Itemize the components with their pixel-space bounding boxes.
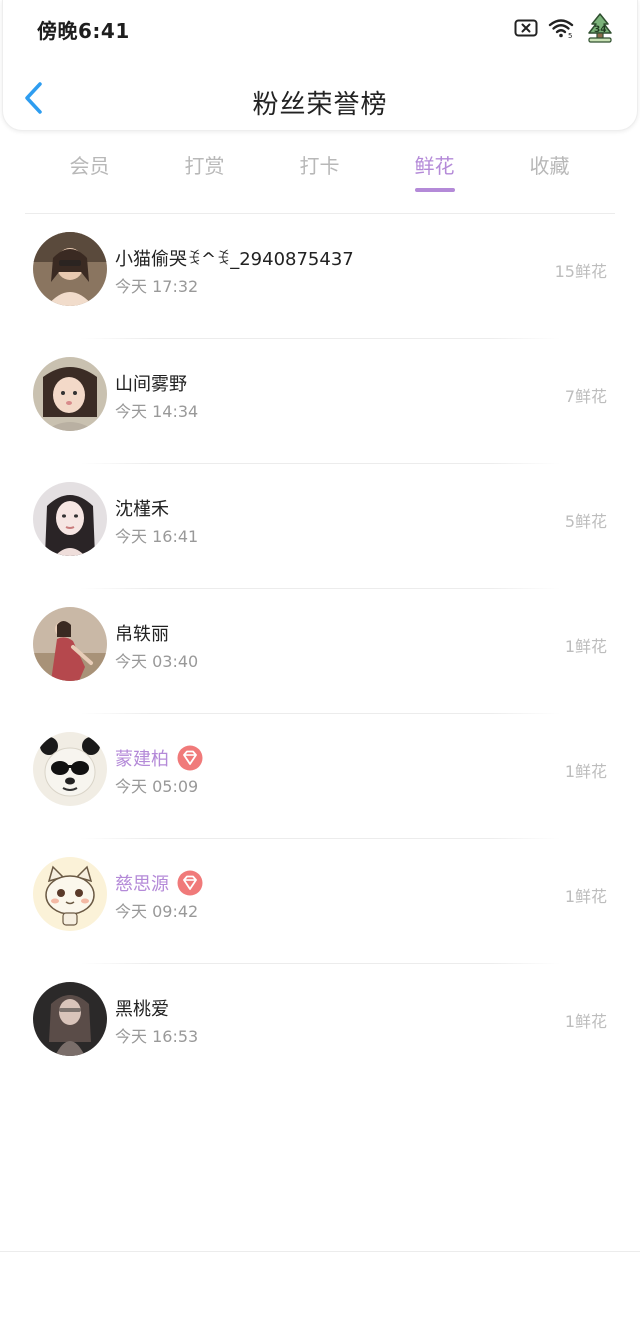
sim-off-icon [514, 18, 538, 38]
fan-name: 帛轶丽 [115, 624, 169, 645]
vip-diamond-icon [177, 745, 203, 771]
fan-list: 小猫偷哭ꉂ^ꉂ_2940875437 今天 17:32 15鲜花 山间雾野 今天… [0, 214, 640, 1089]
avatar[interactable] [33, 607, 107, 681]
avatar[interactable] [33, 857, 107, 931]
flower-count: 15鲜花 [554, 262, 607, 281]
avatar[interactable] [33, 357, 107, 431]
flower-count: 1鲜花 [564, 887, 607, 906]
avatar[interactable] [33, 232, 107, 306]
screen: 傍晚6:41 5 34 粉丝荣誉榜 会员 打赏 打卡 鲜花 收藏 小猫偷哭ꉂ^ꉂ… [0, 0, 640, 1330]
pet-label: 34 [594, 25, 607, 35]
tab-tips[interactable]: 打赏 [147, 150, 262, 179]
flower-count: 1鲜花 [564, 762, 607, 781]
fan-row[interactable]: 慈思源 今天 09:42 1鲜花 [0, 839, 640, 964]
fan-row[interactable]: 黑桃爱 今天 16:53 1鲜花 [0, 964, 640, 1089]
active-tab-indicator [415, 188, 455, 192]
vip-diamond-icon [177, 870, 203, 896]
flower-count: 1鲜花 [564, 637, 607, 656]
fan-time: 今天 09:42 [115, 902, 199, 921]
tab-favorites[interactable]: 收藏 [492, 150, 607, 179]
fan-row[interactable]: 沈槿禾 今天 16:41 5鲜花 [0, 464, 640, 589]
fan-time: 今天 17:32 [115, 277, 199, 296]
status-icons: 5 34 [514, 12, 614, 44]
flower-count: 5鲜花 [564, 512, 607, 531]
fan-row[interactable]: 蒙建柏 今天 05:09 1鲜花 [0, 714, 640, 839]
flower-count: 1鲜花 [564, 1012, 607, 1031]
bottom-divider [0, 1251, 640, 1252]
fan-name-line: 慈思源 [115, 870, 203, 896]
tab-bar: 会员 打赏 打卡 鲜花 收藏 [0, 150, 640, 200]
wifi-icon: 5 [548, 17, 576, 39]
tab-members[interactable]: 会员 [32, 150, 147, 179]
fan-row[interactable]: 帛轶丽 今天 03:40 1鲜花 [0, 589, 640, 714]
avatar[interactable] [33, 982, 107, 1056]
fan-row[interactable]: 山间雾野 今天 14:34 7鲜花 [0, 339, 640, 464]
page-title: 粉丝荣誉榜 [252, 90, 388, 120]
fan-name: 黑桃爱 [115, 999, 169, 1020]
fan-name-line: 山间雾野 [115, 370, 187, 396]
fan-name: 山间雾野 [115, 374, 187, 395]
fan-time: 今天 03:40 [115, 652, 199, 671]
fan-name-line: 帛轶丽 [115, 620, 169, 646]
fan-time: 今天 16:41 [115, 527, 199, 546]
fan-name: 沈槿禾 [115, 499, 169, 520]
tab-flowers[interactable]: 鲜花 [377, 150, 492, 179]
fan-name-line: 黑桃爱 [115, 995, 169, 1021]
fan-name-line: 小猫偷哭ꉂ^ꉂ_2940875437 [115, 245, 354, 271]
avatar[interactable] [33, 732, 107, 806]
fan-name: 蒙建柏 [115, 749, 169, 770]
avatar[interactable] [33, 482, 107, 556]
flower-count: 7鲜花 [564, 387, 607, 406]
fan-name-line: 沈槿禾 [115, 495, 169, 521]
fan-name-line: 蒙建柏 [115, 745, 203, 771]
status-time: 傍晚6:41 [37, 19, 130, 43]
fan-name: 慈思源 [115, 874, 169, 895]
tab-checkin[interactable]: 打卡 [262, 150, 377, 179]
fan-name: 小猫偷哭ꉂ^ꉂ_2940875437 [115, 249, 354, 270]
pet-tree-icon: 34 [586, 12, 614, 44]
fan-time: 今天 05:09 [115, 777, 199, 796]
fan-time: 今天 14:34 [115, 402, 199, 421]
fan-time: 今天 16:53 [115, 1027, 199, 1046]
fan-row[interactable]: 小猫偷哭ꉂ^ꉂ_2940875437 今天 17:32 15鲜花 [0, 214, 640, 339]
wifi-label: 5 [568, 32, 572, 39]
